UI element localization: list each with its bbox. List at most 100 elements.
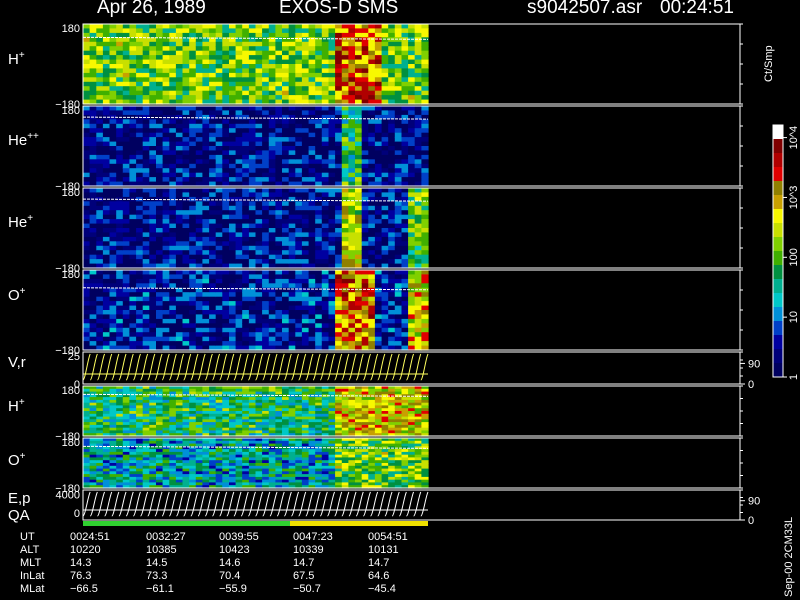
heatmap-cell [321,214,329,220]
heatmap-cell [129,163,137,169]
heatmap-cell [229,41,237,47]
heatmap-cell [162,137,170,143]
heatmap-cell [182,241,190,247]
heatmap-cell [195,292,203,298]
heatmap-cell [242,223,250,229]
heatmap-cell [262,177,270,183]
heatmap-cell [162,50,170,56]
heatmap-cell [89,72,97,78]
heatmap-cell [222,163,230,169]
heatmap-cell [156,28,164,34]
heatmap-cell [335,81,343,87]
heatmap-cell [182,228,190,233]
heatmap-cell [229,336,237,342]
heatmap-cell [268,72,276,78]
heatmap-cell [136,232,144,238]
heatmap-cell [169,132,177,138]
heatmap-cell [388,314,396,320]
heatmap-cell [361,336,369,342]
heatmap-cell [195,141,203,147]
heatmap-cell [202,283,210,289]
heatmap-cell [202,310,210,315]
heatmap-cell [328,72,336,78]
heatmap-cell [414,192,422,198]
heatmap-cell [149,332,157,338]
heatmap-cell [175,68,184,74]
heatmap-cell [136,106,144,111]
heatmap-cell [401,223,409,229]
heatmap-cell [388,270,396,275]
heatmap-cell [282,305,290,311]
heatmap-cell [175,192,184,198]
heatmap-cell [388,332,396,338]
heatmap-cell [295,336,303,342]
heatmap-cell [388,292,396,298]
heatmap-cell [295,68,303,74]
heatmap-cell [96,172,104,178]
heatmap-cell [255,137,263,143]
heatmap-cell [408,223,416,229]
heatmap-cell [414,95,422,101]
heatmap-cell [321,132,329,138]
heatmap-cell [301,323,310,329]
heatmap-cell [394,123,402,129]
heatmap-cell [209,270,217,275]
heatmap-cell [341,278,349,284]
heatmap-cell [355,41,363,47]
heatmap-cell [301,168,310,174]
heatmap-cell [162,236,170,242]
heatmap-cell [195,336,203,342]
heatmap-cell [209,141,217,147]
heatmap-cell [268,137,276,143]
heatmap-cell [355,28,363,34]
heatmap-cell [282,318,290,324]
heatmap-cell [102,141,111,147]
heatmap-cell [381,32,389,38]
heatmap-cell [401,188,409,193]
heatmap-cell [195,95,203,101]
heatmap-cell [255,296,263,302]
heatmap-cell [189,336,197,342]
heatmap-cell [348,254,356,260]
heatmap-cell [142,77,150,83]
heatmap-cell [142,301,150,307]
heatmap-cell [242,270,250,275]
heatmap-cell [321,68,329,74]
heatmap-cell [129,77,137,83]
heatmap-cell [195,310,203,315]
heatmap-cell [408,24,416,29]
heatmap-cell [328,232,336,238]
heatmap-cell [295,123,303,129]
heatmap-cell [122,46,130,52]
heatmap-cell [102,177,111,183]
heatmap-cell [215,323,223,329]
heatmap-cell [242,250,250,256]
heatmap-cell [83,24,91,29]
heatmap-cell [255,41,263,47]
heatmap-cell [102,90,111,96]
heatmap-cell [116,132,124,138]
heatmap-cell [394,110,402,116]
heatmap-cell [315,341,323,347]
heatmap-cell [129,24,137,29]
heatmap-cell [156,310,164,315]
heatmap-cell [182,270,190,275]
heatmap-cell [248,81,257,87]
heatmap-cell [275,310,283,315]
heatmap-cell [229,68,237,74]
heatmap-cell [301,292,310,298]
heatmap-cell [235,106,243,111]
heatmap-cell [142,119,150,125]
heatmap-cell [129,59,137,65]
heatmap-cell [341,196,349,202]
heatmap-cell [348,274,356,280]
heatmap-cell [129,86,137,92]
heatmap-cell [89,232,97,238]
heatmap-cell [102,128,111,134]
heatmap-cell [255,81,263,87]
heatmap-cell [182,132,190,138]
heatmap-cell [136,274,144,280]
heatmap-cell [368,214,376,220]
heatmap-cell [202,232,210,238]
heatmap-cell [136,336,144,342]
